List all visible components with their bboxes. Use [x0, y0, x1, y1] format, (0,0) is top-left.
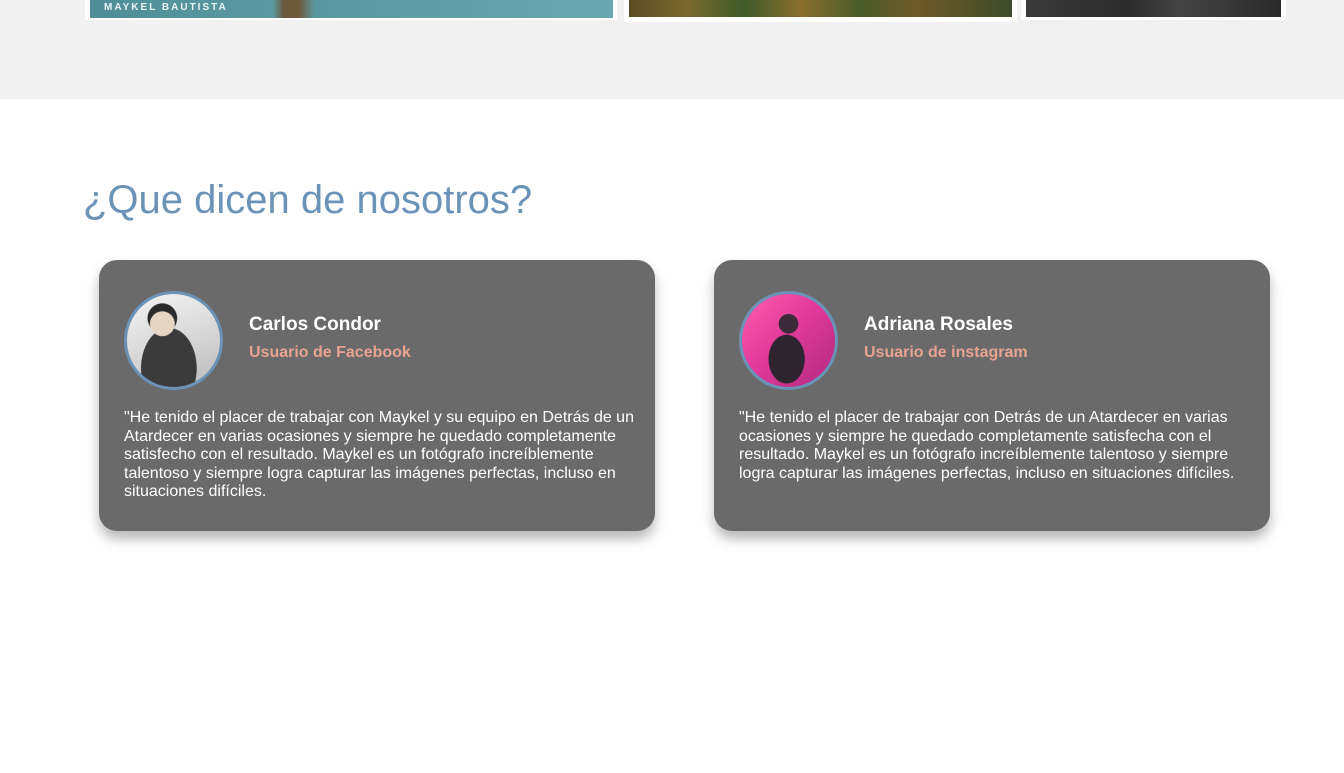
testimonial-source: Usuario de Facebook	[249, 344, 411, 361]
avatar	[124, 291, 223, 390]
testimonial-quote: "He tenido el placer de trabajar con Det…	[739, 409, 1235, 482]
testimonial-card: Adriana Rosales Usuario de instagram "He…	[714, 260, 1270, 531]
testimonial-card: Carlos Condor Usuario de Facebook "He te…	[99, 260, 655, 531]
testimonial-quote: "He tenido el placer de trabajar con May…	[124, 409, 634, 500]
testimonials-title: ¿Que dicen de nosotros?	[83, 178, 533, 222]
testimonial-source: Usuario de instagram	[864, 344, 1028, 361]
gallery-photo-2[interactable]	[624, 0, 1017, 22]
avatar	[739, 291, 838, 390]
photo-caption: MAYKEL BAUTISTA	[104, 2, 228, 13]
gallery-photo-3[interactable]	[1021, 0, 1286, 20]
testimonial-name: Carlos Condor	[249, 314, 381, 335]
gallery-photo-1[interactable]: MAYKEL BAUTISTA	[85, 0, 617, 20]
testimonial-name: Adriana Rosales	[864, 314, 1013, 335]
gallery-strip: MAYKEL BAUTISTA	[0, 0, 1344, 99]
